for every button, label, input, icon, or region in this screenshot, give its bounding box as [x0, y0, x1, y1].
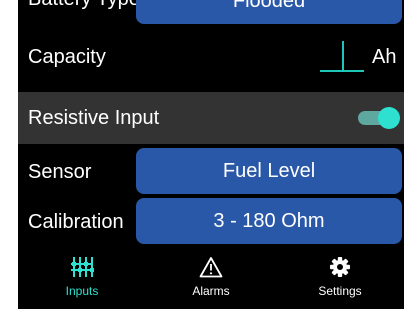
- tab-inputs-label: Inputs: [65, 284, 99, 298]
- app-screen: Battery Type Flooded Capacity Ah Resisti…: [18, 0, 404, 309]
- tab-settings-label: Settings: [318, 284, 362, 298]
- calibration-button[interactable]: 3 - 180 Ohm: [136, 198, 402, 244]
- resistive-input-row: Resistive Input: [18, 92, 404, 144]
- resistive-input-toggle[interactable]: [358, 107, 400, 129]
- capacity-input[interactable]: [320, 41, 364, 72]
- tab-inputs[interactable]: Inputs: [18, 246, 146, 309]
- sensor-label: Sensor: [28, 161, 92, 183]
- battery-type-row: Battery Type Flooded: [18, 0, 404, 30]
- tab-settings[interactable]: Settings: [276, 246, 404, 309]
- calibration-row: Calibration 3 - 180 Ohm: [18, 196, 404, 246]
- capacity-label: Capacity: [28, 46, 106, 68]
- sensor-row: Sensor Fuel Level: [18, 146, 404, 196]
- bottom-nav: Inputs Alarms Settings: [18, 246, 404, 309]
- battery-type-button[interactable]: Flooded: [136, 0, 402, 24]
- resistive-input-label: Resistive Input: [28, 107, 160, 129]
- sensor-button[interactable]: Fuel Level: [136, 148, 402, 194]
- capacity-row: Capacity Ah: [18, 30, 404, 86]
- capacity-unit: Ah: [372, 46, 397, 68]
- battery-type-label: Battery Type: [28, 0, 140, 11]
- text-cursor: [342, 41, 344, 70]
- calibration-label: Calibration: [28, 211, 124, 233]
- tab-alarms-label: Alarms: [192, 284, 230, 298]
- inputs-icon: [71, 257, 94, 277]
- warning-triangle-icon: [199, 257, 223, 278]
- toggle-knob: [378, 107, 400, 129]
- tab-alarms[interactable]: Alarms: [147, 246, 275, 309]
- gear-icon: [330, 257, 350, 277]
